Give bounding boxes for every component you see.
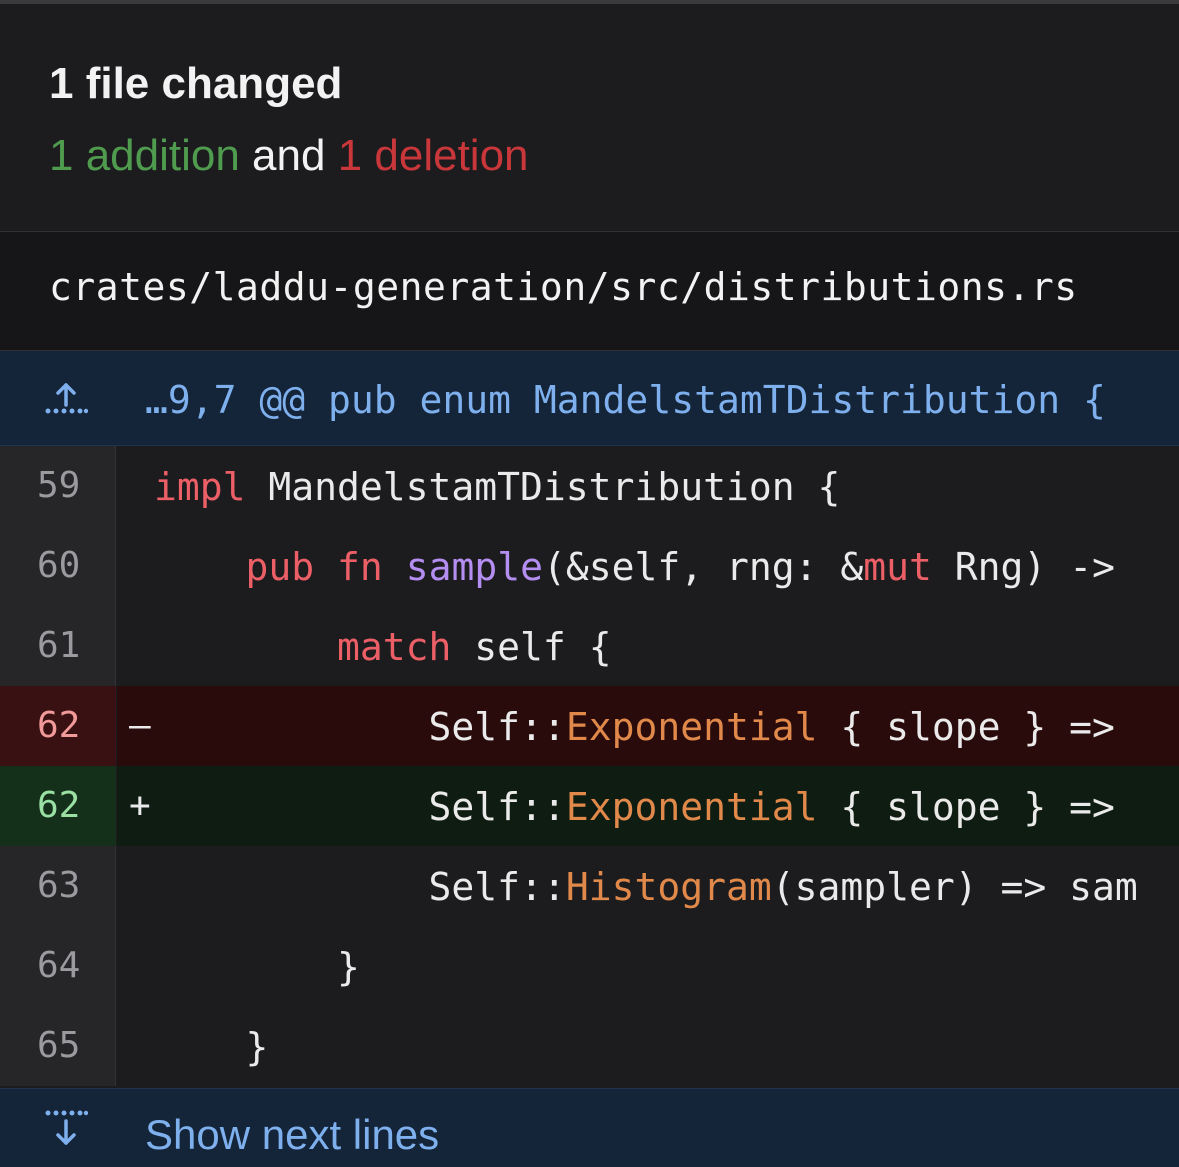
- expand-up-icon[interactable]: [44, 379, 88, 419]
- code-token: self {: [451, 625, 612, 669]
- diff-line-context[interactable]: 61 match self {: [0, 606, 1179, 686]
- show-next-lines-link[interactable]: Show next lines: [145, 1111, 439, 1159]
- code-text: Self::Exponential { slope } =>: [154, 705, 1115, 749]
- code-token: mut: [863, 545, 932, 589]
- deletions-count: 1 deletion: [337, 131, 529, 180]
- code-token: Exponential: [565, 785, 818, 829]
- line-number-gutter: 63: [0, 846, 116, 926]
- expand-down-icon[interactable]: [44, 1109, 88, 1149]
- line-number-gutter: 61: [0, 606, 116, 686]
- code-token: { slope } =>: [817, 785, 1115, 829]
- code-token: Exponential: [565, 705, 818, 749]
- diff-marker: +: [129, 785, 151, 826]
- code-token: }: [154, 945, 360, 989]
- line-code: }: [117, 926, 1179, 1006]
- diff-line-context[interactable]: 59 impl MandelstamTDistribution {: [0, 446, 1179, 526]
- code-token: Self::: [154, 865, 566, 909]
- code-text: Self::Exponential { slope } =>: [154, 785, 1115, 829]
- line-code: + Self::Exponential { slope } =>: [117, 766, 1179, 846]
- line-number: 62: [37, 785, 81, 826]
- line-code: match self {: [117, 606, 1179, 686]
- line-code: impl MandelstamTDistribution {: [117, 446, 1179, 526]
- line-number-gutter: 64: [0, 926, 116, 1006]
- line-number: 61: [37, 625, 81, 666]
- line-number-gutter: 62: [0, 686, 116, 766]
- code-token: sample: [405, 545, 543, 589]
- line-number: 64: [37, 945, 81, 986]
- line-number-gutter: 62: [0, 766, 116, 846]
- line-number: 62: [37, 705, 81, 746]
- line-number: 63: [37, 865, 81, 906]
- code-text: }: [154, 945, 360, 989]
- line-code: – Self::Exponential { slope } =>: [117, 686, 1179, 766]
- diff-line-context[interactable]: 60 pub fn sample(&self, rng: &mut Rng) -…: [0, 526, 1179, 606]
- stats-conjunction: and: [239, 131, 338, 180]
- line-code: pub fn sample(&self, rng: &mut Rng) ->: [117, 526, 1179, 606]
- diff-line-removed[interactable]: 62 – Self::Exponential { slope } =>: [0, 686, 1179, 766]
- show-next-lines-bar[interactable]: Show next lines: [0, 1088, 1179, 1167]
- diff-line-context[interactable]: 64 }: [0, 926, 1179, 1006]
- line-code: Self::Histogram(sampler) => sam: [117, 846, 1179, 926]
- code-token: (&self, rng: &: [542, 545, 864, 589]
- code-token: (sampler) => sam: [771, 865, 1138, 909]
- code-token: impl: [154, 465, 246, 509]
- file-path: crates/laddu-generation/src/distribution…: [49, 265, 1078, 309]
- additions-count: 1 addition: [49, 131, 240, 180]
- code-token: Histogram: [565, 865, 772, 909]
- files-changed-title: 1 file changed: [49, 59, 343, 108]
- diff-marker: –: [129, 705, 151, 746]
- diff-line-context[interactable]: 63 Self::Histogram(sampler) => sam: [0, 846, 1179, 926]
- code-token: fn: [337, 545, 383, 589]
- code-token: Self::: [154, 785, 566, 829]
- diff-line-added[interactable]: 62 + Self::Exponential { slope } =>: [0, 766, 1179, 846]
- line-number-gutter: 60: [0, 526, 116, 606]
- diff-stats: 1 addition and 1 deletion: [49, 131, 529, 181]
- line-number: 65: [37, 1025, 81, 1066]
- code-text: match self {: [154, 625, 612, 669]
- line-number: 60: [37, 545, 81, 586]
- line-number: 59: [37, 465, 81, 506]
- code-token: Rng) ->: [931, 545, 1115, 589]
- hunk-header[interactable]: …9,7 @@ pub enum MandelstamTDistribution…: [0, 351, 1179, 446]
- diff-line-context[interactable]: 65 }: [0, 1006, 1179, 1086]
- code-token: Self::: [154, 705, 566, 749]
- code-token: MandelstamTDistribution {: [245, 465, 841, 509]
- code-token: }: [154, 1025, 269, 1069]
- line-code: }: [117, 1006, 1179, 1086]
- code-text: pub fn sample(&self, rng: &mut Rng) ->: [154, 545, 1115, 589]
- line-number-gutter: 65: [0, 1006, 116, 1086]
- code-text: Self::Histogram(sampler) => sam: [154, 865, 1138, 909]
- code-token: match: [337, 625, 452, 669]
- hunk-header-text: …9,7 @@ pub enum MandelstamTDistribution…: [145, 378, 1106, 422]
- code-text: }: [154, 1025, 269, 1069]
- code-token: pub: [245, 545, 315, 589]
- file-header[interactable]: crates/laddu-generation/src/distribution…: [0, 232, 1179, 351]
- diff-lines: 59 impl MandelstamTDistribution { 60 pub f…: [0, 446, 1179, 1086]
- code-token: { slope } =>: [817, 705, 1115, 749]
- code-text: impl MandelstamTDistribution {: [154, 465, 840, 509]
- diff-summary: 1 file changed 1 addition and 1 deletion: [0, 4, 1179, 232]
- line-number-gutter: 59: [0, 446, 116, 526]
